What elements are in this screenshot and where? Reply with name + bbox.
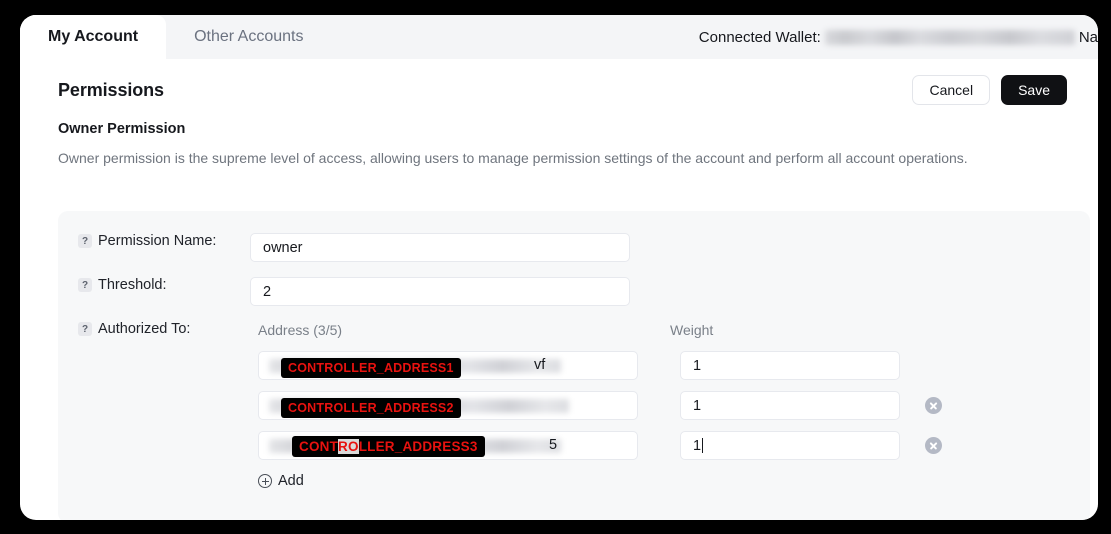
redaction-label-post: LLER_ADDRESS3 bbox=[358, 439, 478, 454]
field-permission-name: ? Permission Name: owner bbox=[58, 233, 630, 262]
address-tail: 5 bbox=[549, 437, 558, 453]
authorized-to-label: Authorized To: bbox=[98, 321, 191, 337]
tab-other-accounts[interactable]: Other Accounts bbox=[166, 15, 331, 59]
cancel-button[interactable]: Cancel bbox=[912, 75, 991, 105]
permission-name-value: owner bbox=[263, 239, 303, 256]
permission-form-panel: ? Permission Name: owner ? Threshold: 2 bbox=[58, 211, 1090, 520]
help-icon[interactable]: ? bbox=[78, 322, 92, 336]
weight-value: 1 bbox=[693, 437, 702, 454]
connected-wallet-label: Connected Wallet: bbox=[698, 28, 821, 46]
weight-value: 1 bbox=[693, 357, 702, 374]
threshold-value: 2 bbox=[263, 283, 272, 300]
table-row: vf CONTROLLER_ADDRESS1 1 bbox=[258, 351, 900, 380]
address-tail: vf bbox=[534, 357, 546, 373]
help-icon[interactable]: ? bbox=[78, 278, 92, 292]
remove-row-button[interactable] bbox=[925, 397, 942, 414]
plus-circle-icon bbox=[258, 474, 272, 488]
add-address-button[interactable]: Add bbox=[258, 473, 304, 489]
threshold-label-cell: ? Threshold: bbox=[58, 277, 250, 293]
weight-input[interactable]: 1 bbox=[680, 391, 900, 420]
section-title: Owner Permission bbox=[58, 121, 186, 137]
connected-wallet-tail: Na bbox=[1078, 28, 1098, 46]
page-title: Permissions bbox=[58, 79, 164, 100]
redaction-label-pre: CONT bbox=[299, 439, 339, 454]
add-address-label: Add bbox=[278, 473, 304, 489]
weight-input[interactable]: 1 bbox=[680, 351, 900, 380]
account-card: My Account Other Accounts Connected Wall… bbox=[20, 15, 1098, 520]
help-icon[interactable]: ? bbox=[78, 234, 92, 248]
connected-wallet: Connected Wallet: Na bbox=[699, 15, 1098, 59]
remove-row-button[interactable] bbox=[925, 437, 942, 454]
tab-bar: My Account Other Accounts Connected Wall… bbox=[20, 15, 1098, 59]
table-row: 5 CONTROLLER_ADDRESS3 1 bbox=[258, 431, 942, 460]
tab-other-accounts-label: Other Accounts bbox=[194, 28, 304, 45]
save-button[interactable]: Save bbox=[1001, 75, 1067, 105]
redaction-label-selected: RO bbox=[338, 439, 359, 454]
redaction-label: CONTROLLER_ADDRESS3 bbox=[292, 436, 485, 457]
column-header-weight: Weight bbox=[670, 322, 714, 338]
tab-my-account-label: My Account bbox=[48, 28, 139, 45]
permission-name-input[interactable]: owner bbox=[250, 233, 630, 262]
authorized-to-label-cell: ? Authorized To: bbox=[58, 321, 250, 337]
address-input[interactable]: CONTROLLER_ADDRESS2 bbox=[258, 391, 638, 420]
permission-name-label: Permission Name: bbox=[98, 233, 217, 249]
header-actions: Cancel Save bbox=[912, 75, 1067, 105]
field-threshold: ? Threshold: 2 bbox=[58, 277, 630, 306]
address-input[interactable]: vf CONTROLLER_ADDRESS1 bbox=[258, 351, 638, 380]
permission-name-label-cell: ? Permission Name: bbox=[58, 233, 250, 249]
table-row: CONTROLLER_ADDRESS2 1 bbox=[258, 391, 942, 420]
redaction-label: CONTROLLER_ADDRESS1 bbox=[281, 358, 461, 378]
weight-value: 1 bbox=[693, 397, 702, 414]
text-caret bbox=[702, 438, 704, 453]
tab-my-account[interactable]: My Account bbox=[20, 15, 167, 59]
section-description: Owner permission is the supreme level of… bbox=[58, 150, 968, 166]
screen-root: My Account Other Accounts Connected Wall… bbox=[0, 0, 1111, 534]
column-header-address: Address (3/5) bbox=[258, 322, 343, 338]
threshold-label: Threshold: bbox=[98, 277, 167, 293]
page-header: Permissions Cancel Save bbox=[20, 59, 1098, 105]
weight-input-focused[interactable]: 1 bbox=[680, 431, 900, 460]
threshold-input[interactable]: 2 bbox=[250, 277, 630, 306]
redaction-label: CONTROLLER_ADDRESS2 bbox=[281, 398, 461, 418]
connected-wallet-address-redacted bbox=[824, 29, 1075, 45]
address-input[interactable]: 5 CONTROLLER_ADDRESS3 bbox=[258, 431, 638, 460]
